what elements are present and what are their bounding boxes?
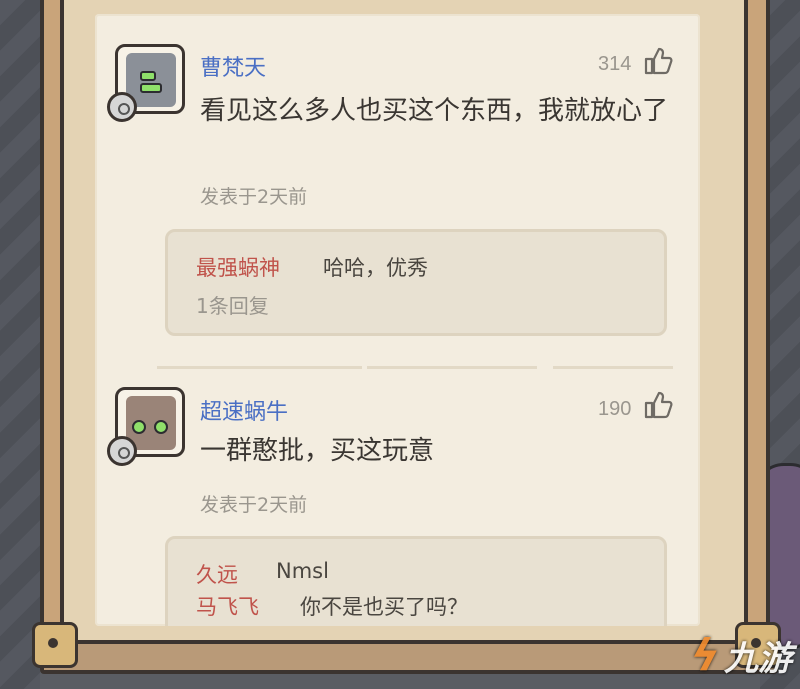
avatar-eye bbox=[132, 420, 146, 434]
thumbs-up-icon[interactable] bbox=[643, 390, 673, 420]
like-count: 190 bbox=[598, 398, 632, 420]
reply-box[interactable]: 久远 Nmsl 马飞飞 你不是也买了吗？ bbox=[165, 536, 667, 626]
comment-item: 超速蜗牛 190 一群憨批，买这玩意 发表于2天前 久远 Nmsl 马飞飞 你不… bbox=[95, 374, 700, 626]
logo-icon: ϟ bbox=[690, 630, 720, 681]
divider bbox=[367, 366, 537, 369]
background-left bbox=[0, 0, 40, 689]
avatar-eye bbox=[140, 83, 162, 93]
thumbs-up-icon[interactable] bbox=[643, 46, 673, 76]
avatar-eye bbox=[154, 420, 168, 434]
snail-badge-icon bbox=[107, 92, 137, 122]
watermark-text: 九游 bbox=[724, 639, 792, 679]
avatar-eye bbox=[140, 71, 156, 81]
posted-time: 发表于2天前 bbox=[200, 494, 308, 516]
reply-text: 你不是也买了吗？ bbox=[300, 595, 468, 619]
reply-username[interactable]: 马飞飞 bbox=[196, 591, 259, 621]
divider bbox=[157, 366, 362, 369]
reply-count-link[interactable]: 1条回复 bbox=[196, 290, 269, 319]
snail-badge-icon bbox=[107, 436, 137, 466]
reply-box[interactable]: 最强蜗神 哈哈，优秀 1条回复 bbox=[165, 229, 667, 336]
comment-content: 一群憨批，买这玩意 bbox=[200, 436, 435, 466]
reply-username[interactable]: 最强蜗神 bbox=[196, 252, 280, 282]
username[interactable]: 曹梵天 bbox=[200, 50, 266, 82]
like-count: 314 bbox=[598, 53, 632, 75]
watermark-logo: ϟ 九游 bbox=[691, 630, 792, 681]
comment-content: 看见这么多人也买这个东西，我就放心了 bbox=[200, 96, 669, 126]
reply-text: Nmsl bbox=[276, 559, 329, 583]
reply-text: 哈哈，优秀 bbox=[323, 256, 428, 280]
username[interactable]: 超速蜗牛 bbox=[200, 394, 288, 426]
reply-username[interactable]: 久远 bbox=[196, 559, 238, 589]
frame-bottom-bar bbox=[40, 640, 778, 674]
divider bbox=[553, 366, 673, 369]
frame-corner bbox=[32, 622, 78, 668]
posted-time: 发表于2天前 bbox=[200, 186, 308, 208]
frame-rivet bbox=[48, 638, 58, 648]
comment-panel[interactable]: 曹梵天 314 看见这么多人也买这个东西，我就放心了 发表于2天前 最强蜗神 哈… bbox=[95, 14, 700, 626]
comment-item: 曹梵天 314 看见这么多人也买这个东西，我就放心了 发表于2天前 最强蜗神 哈… bbox=[95, 14, 700, 344]
